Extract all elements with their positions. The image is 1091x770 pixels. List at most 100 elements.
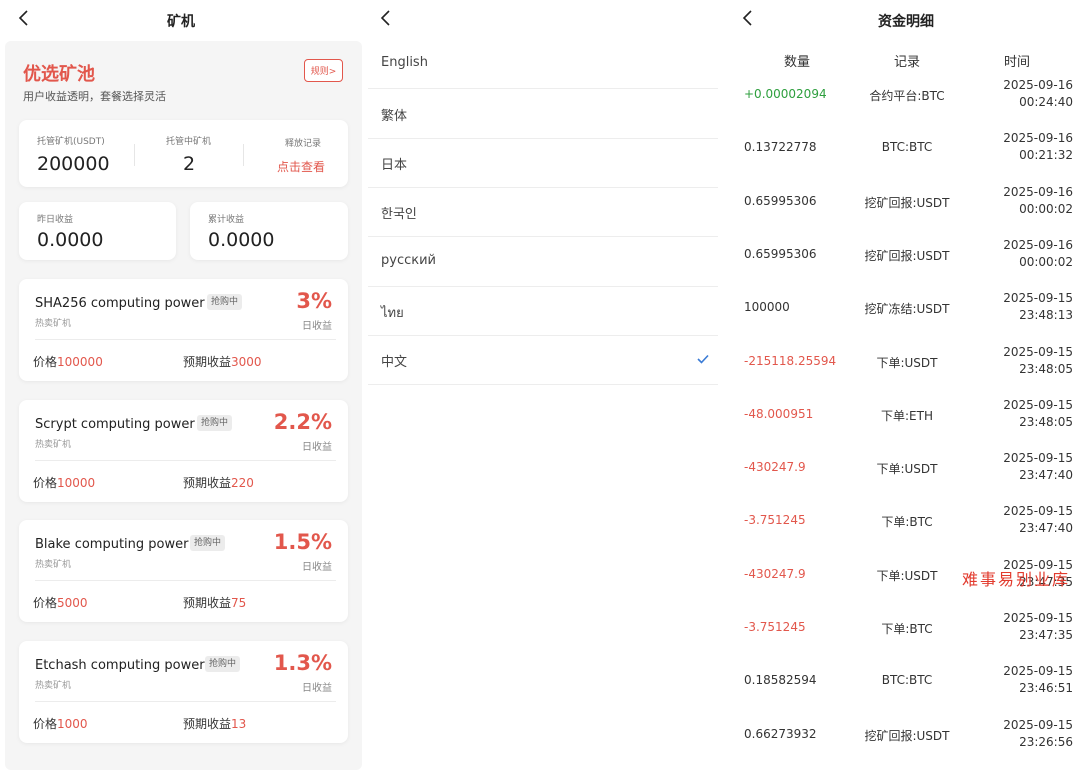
record-clock: 00:21:32 xyxy=(1019,148,1073,162)
page-title: 资金明细 xyxy=(878,14,934,30)
record-time: 2025-09-15 23:26:56 xyxy=(991,717,1073,751)
divider xyxy=(35,580,336,581)
record-type: 挖矿回报:USDT xyxy=(864,249,950,263)
back-button[interactable] xyxy=(16,8,32,28)
record-type: BTC:BTC xyxy=(881,673,933,687)
rush-badge: 抢购中 xyxy=(207,294,243,310)
record-type: 下单:USDT xyxy=(876,356,938,370)
record-clock: 23:47:40 xyxy=(1019,468,1073,482)
record-clock: 23:47:35 xyxy=(1019,628,1073,642)
expected-value: 13 xyxy=(231,717,247,731)
page-title: 矿机 xyxy=(167,14,195,30)
language-option-chinese[interactable]: 中文 xyxy=(368,336,718,385)
record-date: 2025-09-15 xyxy=(1003,291,1073,305)
record-time: 2025-09-15 23:48:05 xyxy=(991,344,1073,378)
price: 价格10000 xyxy=(33,474,95,491)
total-earnings-card: 累计收益 0.0000 xyxy=(190,202,348,260)
expected-value: 220 xyxy=(231,476,254,490)
price-label: 价格 xyxy=(33,355,58,369)
record-type: 挖矿冻结:USDT xyxy=(864,302,950,316)
rush-badge: 抢购中 xyxy=(205,656,241,672)
language-option-russian[interactable]: русский xyxy=(368,238,718,287)
language-option-korean[interactable]: 한국인 xyxy=(368,188,718,237)
record-amount: 0.66273932 xyxy=(744,727,817,741)
back-button[interactable] xyxy=(378,8,394,28)
hero-title: 优选矿池 xyxy=(23,64,95,85)
record-type: 合约平台:BTC xyxy=(869,89,945,103)
language-label: 繁体 xyxy=(381,109,408,124)
record-amount: -48.000951 xyxy=(744,407,814,421)
price: 价格100000 xyxy=(33,353,103,370)
record-type: 下单:ETH xyxy=(881,409,933,423)
record-date: 2025-09-15 xyxy=(1003,451,1073,465)
language-label: русский xyxy=(381,253,436,268)
hot-label: 热卖矿机 xyxy=(35,681,72,691)
record-amount: +0.00002094 xyxy=(744,87,827,101)
language-option-traditional[interactable]: 繁体 xyxy=(368,90,718,139)
daily-rate-label: 日收益 xyxy=(302,442,332,453)
record-time: 2025-09-15 23:47:40 xyxy=(991,503,1073,537)
daily-rate: 3% xyxy=(296,289,332,313)
miner-card[interactable]: Etchash computing power 抢购中 热卖矿机 1.3% 日收… xyxy=(19,641,348,743)
record-date: 2025-09-15 xyxy=(1003,611,1073,625)
expected: 预期收益13 xyxy=(183,715,246,732)
record-type: 下单:BTC xyxy=(881,622,933,636)
hot-label: 热卖矿机 xyxy=(35,560,72,570)
record-time: 2025-09-16 00:00:02 xyxy=(991,184,1073,218)
mining-panel: 矿机 优选矿池 用户收益透明，套餐选择灵活 规则> 托管矿机(USDT) 200… xyxy=(0,0,364,770)
expected-label: 预期收益 xyxy=(183,476,232,490)
expected-label: 预期收益 xyxy=(183,717,232,731)
miner-card[interactable]: SHA256 computing power 抢购中 热卖矿机 3% 日收益 价… xyxy=(19,279,348,381)
price-label: 价格 xyxy=(33,717,58,731)
record-date: 2025-09-15 xyxy=(1003,664,1073,678)
divider xyxy=(134,144,135,166)
record-amount: -430247.9 xyxy=(744,460,806,474)
fund-details-panel: 资金明细 xyxy=(728,0,1091,770)
language-option-thai[interactable]: ไทย xyxy=(368,287,718,336)
watermark-text: 难事易别业库 xyxy=(962,570,1071,589)
record-amount: 0.18582594 xyxy=(744,673,817,687)
price-label: 价格 xyxy=(33,596,58,610)
miner-card[interactable]: Scrypt computing power 抢购中 热卖矿机 2.2% 日收益… xyxy=(19,400,348,502)
price: 价格5000 xyxy=(33,594,88,611)
release-view-link[interactable]: 点击查看 xyxy=(277,158,325,175)
divider xyxy=(35,339,336,340)
expected: 预期收益3000 xyxy=(183,353,262,370)
column-header-amount: 数量 xyxy=(784,55,811,70)
back-button[interactable] xyxy=(740,8,756,28)
daily-rate: 1.3% xyxy=(273,651,332,675)
expected-value: 3000 xyxy=(231,355,262,369)
price: 价格1000 xyxy=(33,715,88,732)
expected-label: 预期收益 xyxy=(183,355,232,369)
record-time: 2025-09-16 00:24:40 xyxy=(991,77,1073,111)
divider xyxy=(35,701,336,702)
expected: 预期收益75 xyxy=(183,594,246,611)
record-time: 2025-09-15 23:47:35 xyxy=(991,610,1073,644)
daily-rate: 2.2% xyxy=(273,410,332,434)
record-time: 2025-09-15 23:48:05 xyxy=(991,397,1073,431)
record-type: 下单:BTC xyxy=(881,515,933,529)
record-time: 2025-09-16 00:21:32 xyxy=(991,130,1073,164)
rules-button[interactable]: 规则> xyxy=(304,59,343,82)
daily-rate: 1.5% xyxy=(273,530,332,554)
record-amount: -3.751245 xyxy=(744,513,806,527)
record-time: 2025-09-16 00:00:02 xyxy=(991,237,1073,271)
running-label: 托管中矿机 xyxy=(166,137,212,147)
expected-label: 预期收益 xyxy=(183,596,232,610)
daily-rate-label: 日收益 xyxy=(302,562,332,573)
miner-card[interactable]: Blake computing power 抢购中 热卖矿机 1.5% 日收益 … xyxy=(19,520,348,622)
record-date: 2025-09-15 xyxy=(1003,718,1073,732)
language-label: 中文 xyxy=(381,355,408,370)
language-option-english[interactable]: English xyxy=(368,40,718,89)
chevron-left-icon xyxy=(18,10,28,26)
record-clock: 23:48:05 xyxy=(1019,362,1073,376)
record-time: 2025-09-15 23:46:51 xyxy=(991,663,1073,697)
record-clock: 00:00:02 xyxy=(1019,202,1073,216)
price-value: 10000 xyxy=(57,476,96,490)
rush-badge: 抢购中 xyxy=(190,535,226,551)
record-amount: 0.65995306 xyxy=(744,247,817,261)
language-option-japanese[interactable]: 日本 xyxy=(368,139,718,188)
total-label: 累计收益 xyxy=(208,215,245,225)
divider xyxy=(243,144,244,166)
language-label: 한국인 xyxy=(381,207,417,222)
